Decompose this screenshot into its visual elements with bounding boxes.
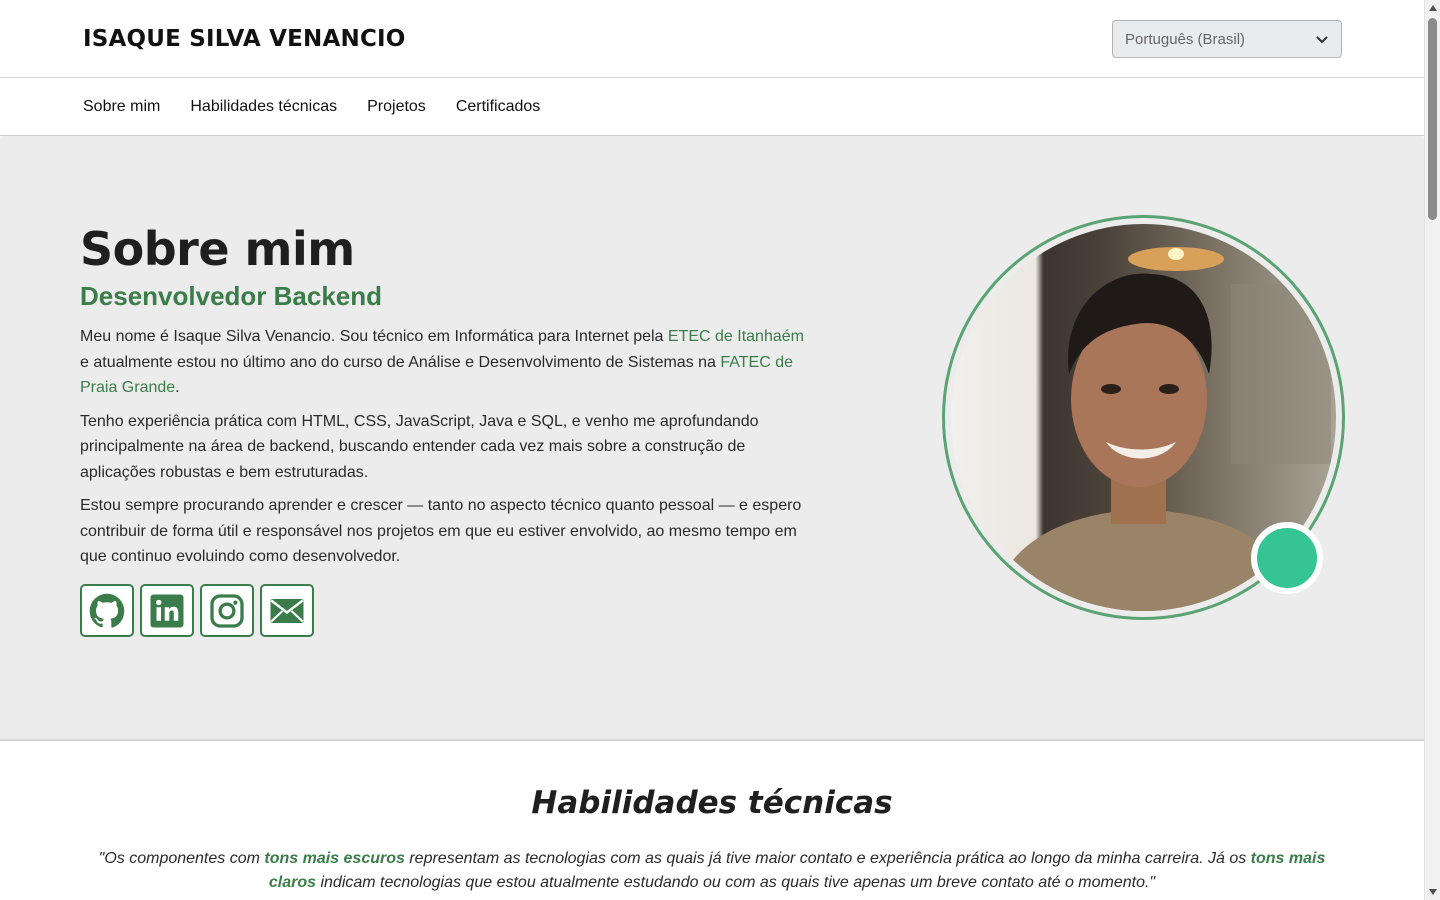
page-scrollbar[interactable] [1424,0,1440,900]
about-paragraph-3: Estou sempre procurando aprender e cresc… [80,497,802,565]
about-paragraph-1: Meu nome é Isaque Silva Venancio. Sou té… [80,328,804,396]
scroll-up-arrow-icon[interactable] [1429,5,1437,11]
scroll-down-arrow-icon[interactable] [1429,889,1437,895]
highlight-dark-tones: tons mais escuros [264,850,405,867]
scrollbar-thumb[interactable] [1428,18,1437,220]
instagram-icon [210,593,244,628]
language-select-value: Português (Brasil) [1125,30,1246,48]
site-header: ISAQUE SILVA VENANCIO Português (Brasil) [0,0,1424,78]
main-nav: Sobre mim Habilidades técnicas Projetos … [0,78,1424,136]
about-subtitle: Desenvolvedor Backend [80,281,383,311]
skills-title: Habilidades técnicas [531,785,893,821]
site-title[interactable]: ISAQUE SILVA VENANCIO [83,26,406,52]
nav-item-habilidades[interactable]: Habilidades técnicas [190,98,337,116]
etec-link[interactable]: ETEC de Itanhaém [668,328,804,345]
nav-item-sobre-mim[interactable]: Sobre mim [83,98,160,116]
github-button[interactable] [80,584,134,637]
status-indicator [1251,522,1323,594]
page-title: Sobre mim [80,222,355,276]
about-section: Sobre mim Desenvolvedor Backend Meu nome… [0,137,1424,741]
email-button[interactable] [260,584,314,637]
about-text: Meu nome é Isaque Silva Venancio. Sou té… [80,324,810,578]
skills-section: Habilidades técnicas "Os componentes com… [0,743,1424,900]
about-paragraph-2: Tenho experiência prática com HTML, CSS,… [80,412,759,481]
email-icon [270,598,304,623]
instagram-button[interactable] [200,584,254,637]
nav-item-projetos[interactable]: Projetos [367,98,426,116]
linkedin-button[interactable] [140,584,194,637]
social-links [80,584,314,637]
chevron-down-icon [1316,36,1328,44]
language-select[interactable]: Português (Brasil) [1112,20,1342,58]
nav-item-certificados[interactable]: Certificados [456,98,540,116]
github-icon [89,593,125,628]
linkedin-icon [150,594,184,627]
skills-quote: "Os componentes com tons mais escuros re… [98,850,1326,891]
